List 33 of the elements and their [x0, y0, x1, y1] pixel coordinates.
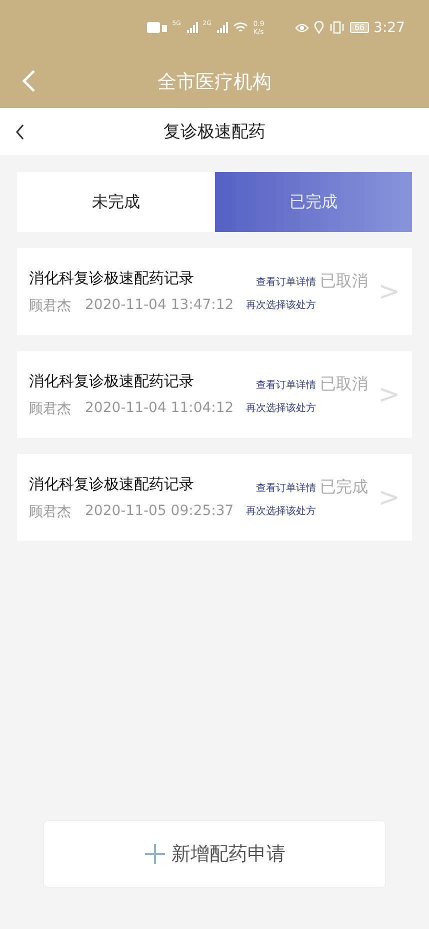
record-title: 消化科复诊极速配药记录	[29, 268, 195, 288]
order-details-link[interactable]: 查看订单详情	[256, 274, 316, 288]
add-request-button[interactable]: 新增配药申请	[43, 820, 386, 888]
patient-name: 顾君杰	[29, 400, 71, 418]
record-time: 2020-11-05 09:25:37	[85, 502, 234, 520]
record-title: 消化科复诊极速配药记录	[29, 474, 195, 494]
battery-level: 66	[350, 22, 369, 33]
wifi-icon	[233, 22, 248, 34]
order-details-link[interactable]: 查看订单详情	[256, 378, 316, 392]
vibrate-icon	[329, 21, 346, 34]
signal-icon	[216, 22, 228, 33]
order-details-link[interactable]: 查看订单详情	[256, 480, 316, 494]
patient-name: 顾君杰	[29, 502, 71, 520]
signal-icon	[186, 22, 198, 33]
hd-icon	[147, 22, 168, 33]
location-pin-icon	[314, 21, 324, 34]
record-time: 2020-11-04 11:04:12	[85, 400, 234, 418]
plus-icon	[144, 843, 166, 865]
section-title: 复诊极速配药	[164, 121, 266, 143]
reselect-prescription-link[interactable]: 再次选择该处方	[246, 401, 316, 415]
tab[interactable]: 未完成	[17, 172, 214, 232]
record-title: 消化科复诊极速配药记录	[29, 372, 195, 390]
back-icon[interactable]	[15, 124, 25, 140]
page-title: 全市医疗机构	[158, 70, 272, 94]
status-label: 已完成	[320, 477, 368, 498]
record-time: 2020-11-04 13:47:12	[85, 296, 234, 314]
eye-icon	[295, 22, 310, 32]
reselect-prescription-link[interactable]: 再次选择该处方	[246, 298, 316, 312]
status-label: 已取消	[320, 374, 368, 395]
reselect-prescription-link[interactable]: 再次选择该处方	[246, 504, 316, 518]
status-label: 已取消	[320, 271, 368, 292]
patient-name: 顾君杰	[29, 296, 71, 314]
clock-time: 3:27	[374, 20, 405, 36]
